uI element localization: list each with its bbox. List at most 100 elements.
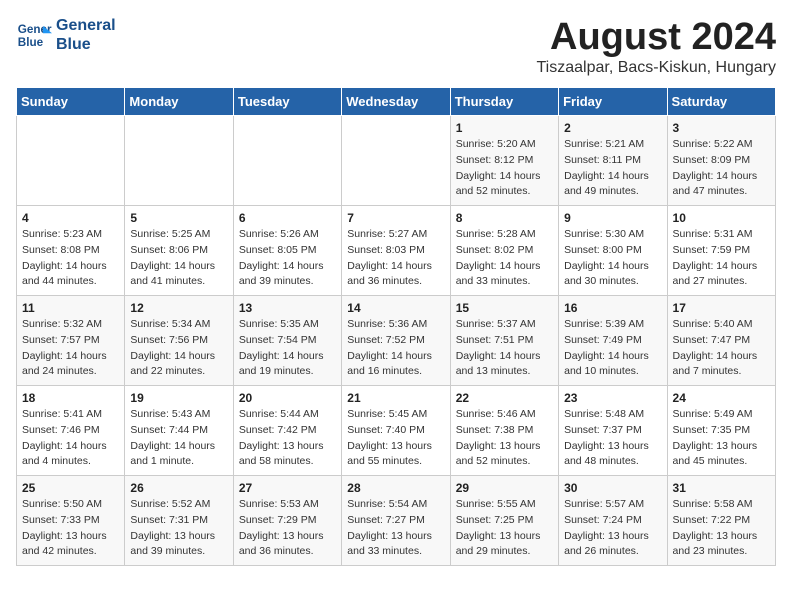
location: Tiszaalpar, Bacs-Kiskun, Hungary: [536, 59, 776, 77]
header-day-wednesday: Wednesday: [342, 88, 450, 116]
calendar-cell: 22 Sunrise: 5:46 AM Sunset: 7:38 PM Dayli…: [450, 386, 558, 476]
day-number: 21: [347, 391, 444, 405]
day-info: Sunrise: 5:25 AM Sunset: 8:06 PM Dayligh…: [130, 227, 227, 290]
day-number: 16: [564, 301, 661, 315]
day-info: Sunrise: 5:46 AM Sunset: 7:38 PM Dayligh…: [456, 407, 553, 470]
svg-text:Blue: Blue: [18, 36, 44, 49]
day-number: 2: [564, 121, 661, 135]
calendar-cell: 12 Sunrise: 5:34 AM Sunset: 7:56 PM Dayli…: [125, 296, 233, 386]
calendar-cell: 10Sunrise: 5:31 AM Sunset: 7:59 PM Dayli…: [667, 206, 775, 296]
calendar-week-5: 25 Sunrise: 5:50 AM Sunset: 7:33 PM Dayli…: [17, 476, 776, 566]
calendar-week-2: 4 Sunrise: 5:23 AM Sunset: 8:08 PM Daylig…: [17, 206, 776, 296]
day-info: Sunrise: 5:45 AM Sunset: 7:40 PM Dayligh…: [347, 407, 444, 470]
day-info: Sunrise: 5:48 AM Sunset: 7:37 PM Dayligh…: [564, 407, 661, 470]
calendar-cell: 27 Sunrise: 5:53 AM Sunset: 7:29 PM Dayli…: [233, 476, 341, 566]
day-number: 18: [22, 391, 119, 405]
day-info: Sunrise: 5:30 AM Sunset: 8:00 PM Dayligh…: [564, 227, 661, 290]
calendar-cell: [125, 116, 233, 206]
day-number: 7: [347, 211, 444, 225]
day-number: 29: [456, 481, 553, 495]
day-number: 26: [130, 481, 227, 495]
day-info: Sunrise: 5:23 AM Sunset: 8:08 PM Dayligh…: [22, 227, 119, 290]
day-number: 8: [456, 211, 553, 225]
calendar-cell: 7 Sunrise: 5:27 AM Sunset: 8:03 PM Daylig…: [342, 206, 450, 296]
day-number: 19: [130, 391, 227, 405]
calendar-week-3: 11 Sunrise: 5:32 AM Sunset: 7:57 PM Dayli…: [17, 296, 776, 386]
calendar-cell: 17 Sunrise: 5:40 AM Sunset: 7:47 PM Dayli…: [667, 296, 775, 386]
day-info: Sunrise: 5:27 AM Sunset: 8:03 PM Dayligh…: [347, 227, 444, 290]
day-number: 27: [239, 481, 336, 495]
calendar-week-4: 18Sunrise: 5:41 AM Sunset: 7:46 PM Dayli…: [17, 386, 776, 476]
calendar-cell: 3 Sunrise: 5:22 AM Sunset: 8:09 PM Daylig…: [667, 116, 775, 206]
day-info: Sunrise: 5:44 AM Sunset: 7:42 PM Dayligh…: [239, 407, 336, 470]
calendar-cell: [233, 116, 341, 206]
day-number: 10: [673, 211, 770, 225]
day-info: Sunrise: 5:28 AM Sunset: 8:02 PM Dayligh…: [456, 227, 553, 290]
day-number: 31: [673, 481, 770, 495]
calendar-cell: 25 Sunrise: 5:50 AM Sunset: 7:33 PM Dayli…: [17, 476, 125, 566]
calendar-cell: 21 Sunrise: 5:45 AM Sunset: 7:40 PM Dayli…: [342, 386, 450, 476]
header-day-saturday: Saturday: [667, 88, 775, 116]
day-number: 28: [347, 481, 444, 495]
day-info: Sunrise: 5:43 AM Sunset: 7:44 PM Dayligh…: [130, 407, 227, 470]
day-number: 23: [564, 391, 661, 405]
day-info: Sunrise: 5:50 AM Sunset: 7:33 PM Dayligh…: [22, 497, 119, 560]
logo-line1: General: [56, 16, 116, 35]
day-info: Sunrise: 5:21 AM Sunset: 8:11 PM Dayligh…: [564, 137, 661, 200]
title-area: August 2024 Tiszaalpar, Bacs-Kiskun, Hun…: [536, 16, 776, 77]
day-info: Sunrise: 5:55 AM Sunset: 7:25 PM Dayligh…: [456, 497, 553, 560]
day-number: 6: [239, 211, 336, 225]
day-number: 4: [22, 211, 119, 225]
day-number: 22: [456, 391, 553, 405]
day-number: 3: [673, 121, 770, 135]
calendar-cell: 24 Sunrise: 5:49 AM Sunset: 7:35 PM Dayli…: [667, 386, 775, 476]
header-day-tuesday: Tuesday: [233, 88, 341, 116]
logo: General Blue General Blue: [16, 16, 116, 54]
day-number: 12: [130, 301, 227, 315]
month-year: August 2024: [536, 16, 776, 59]
day-info: Sunrise: 5:22 AM Sunset: 8:09 PM Dayligh…: [673, 137, 770, 200]
day-info: Sunrise: 5:39 AM Sunset: 7:49 PM Dayligh…: [564, 317, 661, 380]
day-info: Sunrise: 5:35 AM Sunset: 7:54 PM Dayligh…: [239, 317, 336, 380]
day-number: 30: [564, 481, 661, 495]
calendar-cell: [17, 116, 125, 206]
day-number: 9: [564, 211, 661, 225]
calendar-cell: 28 Sunrise: 5:54 AM Sunset: 7:27 PM Dayli…: [342, 476, 450, 566]
calendar-cell: 13 Sunrise: 5:35 AM Sunset: 7:54 PM Dayli…: [233, 296, 341, 386]
day-info: Sunrise: 5:34 AM Sunset: 7:56 PM Dayligh…: [130, 317, 227, 380]
calendar-cell: 2 Sunrise: 5:21 AM Sunset: 8:11 PM Daylig…: [559, 116, 667, 206]
header: General Blue General Blue August 2024 Ti…: [16, 16, 776, 77]
calendar-cell: 1Sunrise: 5:20 AM Sunset: 8:12 PM Daylig…: [450, 116, 558, 206]
day-info: Sunrise: 5:49 AM Sunset: 7:35 PM Dayligh…: [673, 407, 770, 470]
calendar-cell: [342, 116, 450, 206]
day-info: Sunrise: 5:58 AM Sunset: 7:22 PM Dayligh…: [673, 497, 770, 560]
day-info: Sunrise: 5:40 AM Sunset: 7:47 PM Dayligh…: [673, 317, 770, 380]
header-day-sunday: Sunday: [17, 88, 125, 116]
day-number: 11: [22, 301, 119, 315]
calendar-cell: 29 Sunrise: 5:55 AM Sunset: 7:25 PM Dayli…: [450, 476, 558, 566]
calendar-week-1: 1Sunrise: 5:20 AM Sunset: 8:12 PM Daylig…: [17, 116, 776, 206]
logo-icon: General Blue: [16, 17, 52, 53]
calendar-cell: 6 Sunrise: 5:26 AM Sunset: 8:05 PM Daylig…: [233, 206, 341, 296]
calendar-cell: 26Sunrise: 5:52 AM Sunset: 7:31 PM Dayli…: [125, 476, 233, 566]
day-number: 24: [673, 391, 770, 405]
calendar-cell: 14Sunrise: 5:36 AM Sunset: 7:52 PM Dayli…: [342, 296, 450, 386]
day-info: Sunrise: 5:53 AM Sunset: 7:29 PM Dayligh…: [239, 497, 336, 560]
day-number: 20: [239, 391, 336, 405]
header-day-monday: Monday: [125, 88, 233, 116]
logo-line2: Blue: [56, 35, 116, 54]
calendar-cell: 16 Sunrise: 5:39 AM Sunset: 7:49 PM Dayli…: [559, 296, 667, 386]
day-number: 25: [22, 481, 119, 495]
day-info: Sunrise: 5:32 AM Sunset: 7:57 PM Dayligh…: [22, 317, 119, 380]
calendar-cell: 31 Sunrise: 5:58 AM Sunset: 7:22 PM Dayli…: [667, 476, 775, 566]
day-info: Sunrise: 5:37 AM Sunset: 7:51 PM Dayligh…: [456, 317, 553, 380]
day-info: Sunrise: 5:54 AM Sunset: 7:27 PM Dayligh…: [347, 497, 444, 560]
calendar-cell: 5Sunrise: 5:25 AM Sunset: 8:06 PM Daylig…: [125, 206, 233, 296]
day-number: 13: [239, 301, 336, 315]
day-info: Sunrise: 5:20 AM Sunset: 8:12 PM Dayligh…: [456, 137, 553, 200]
day-info: Sunrise: 5:26 AM Sunset: 8:05 PM Dayligh…: [239, 227, 336, 290]
calendar-cell: 30Sunrise: 5:57 AM Sunset: 7:24 PM Dayli…: [559, 476, 667, 566]
calendar-cell: 11 Sunrise: 5:32 AM Sunset: 7:57 PM Dayli…: [17, 296, 125, 386]
calendar-cell: 9 Sunrise: 5:30 AM Sunset: 8:00 PM Daylig…: [559, 206, 667, 296]
day-number: 17: [673, 301, 770, 315]
